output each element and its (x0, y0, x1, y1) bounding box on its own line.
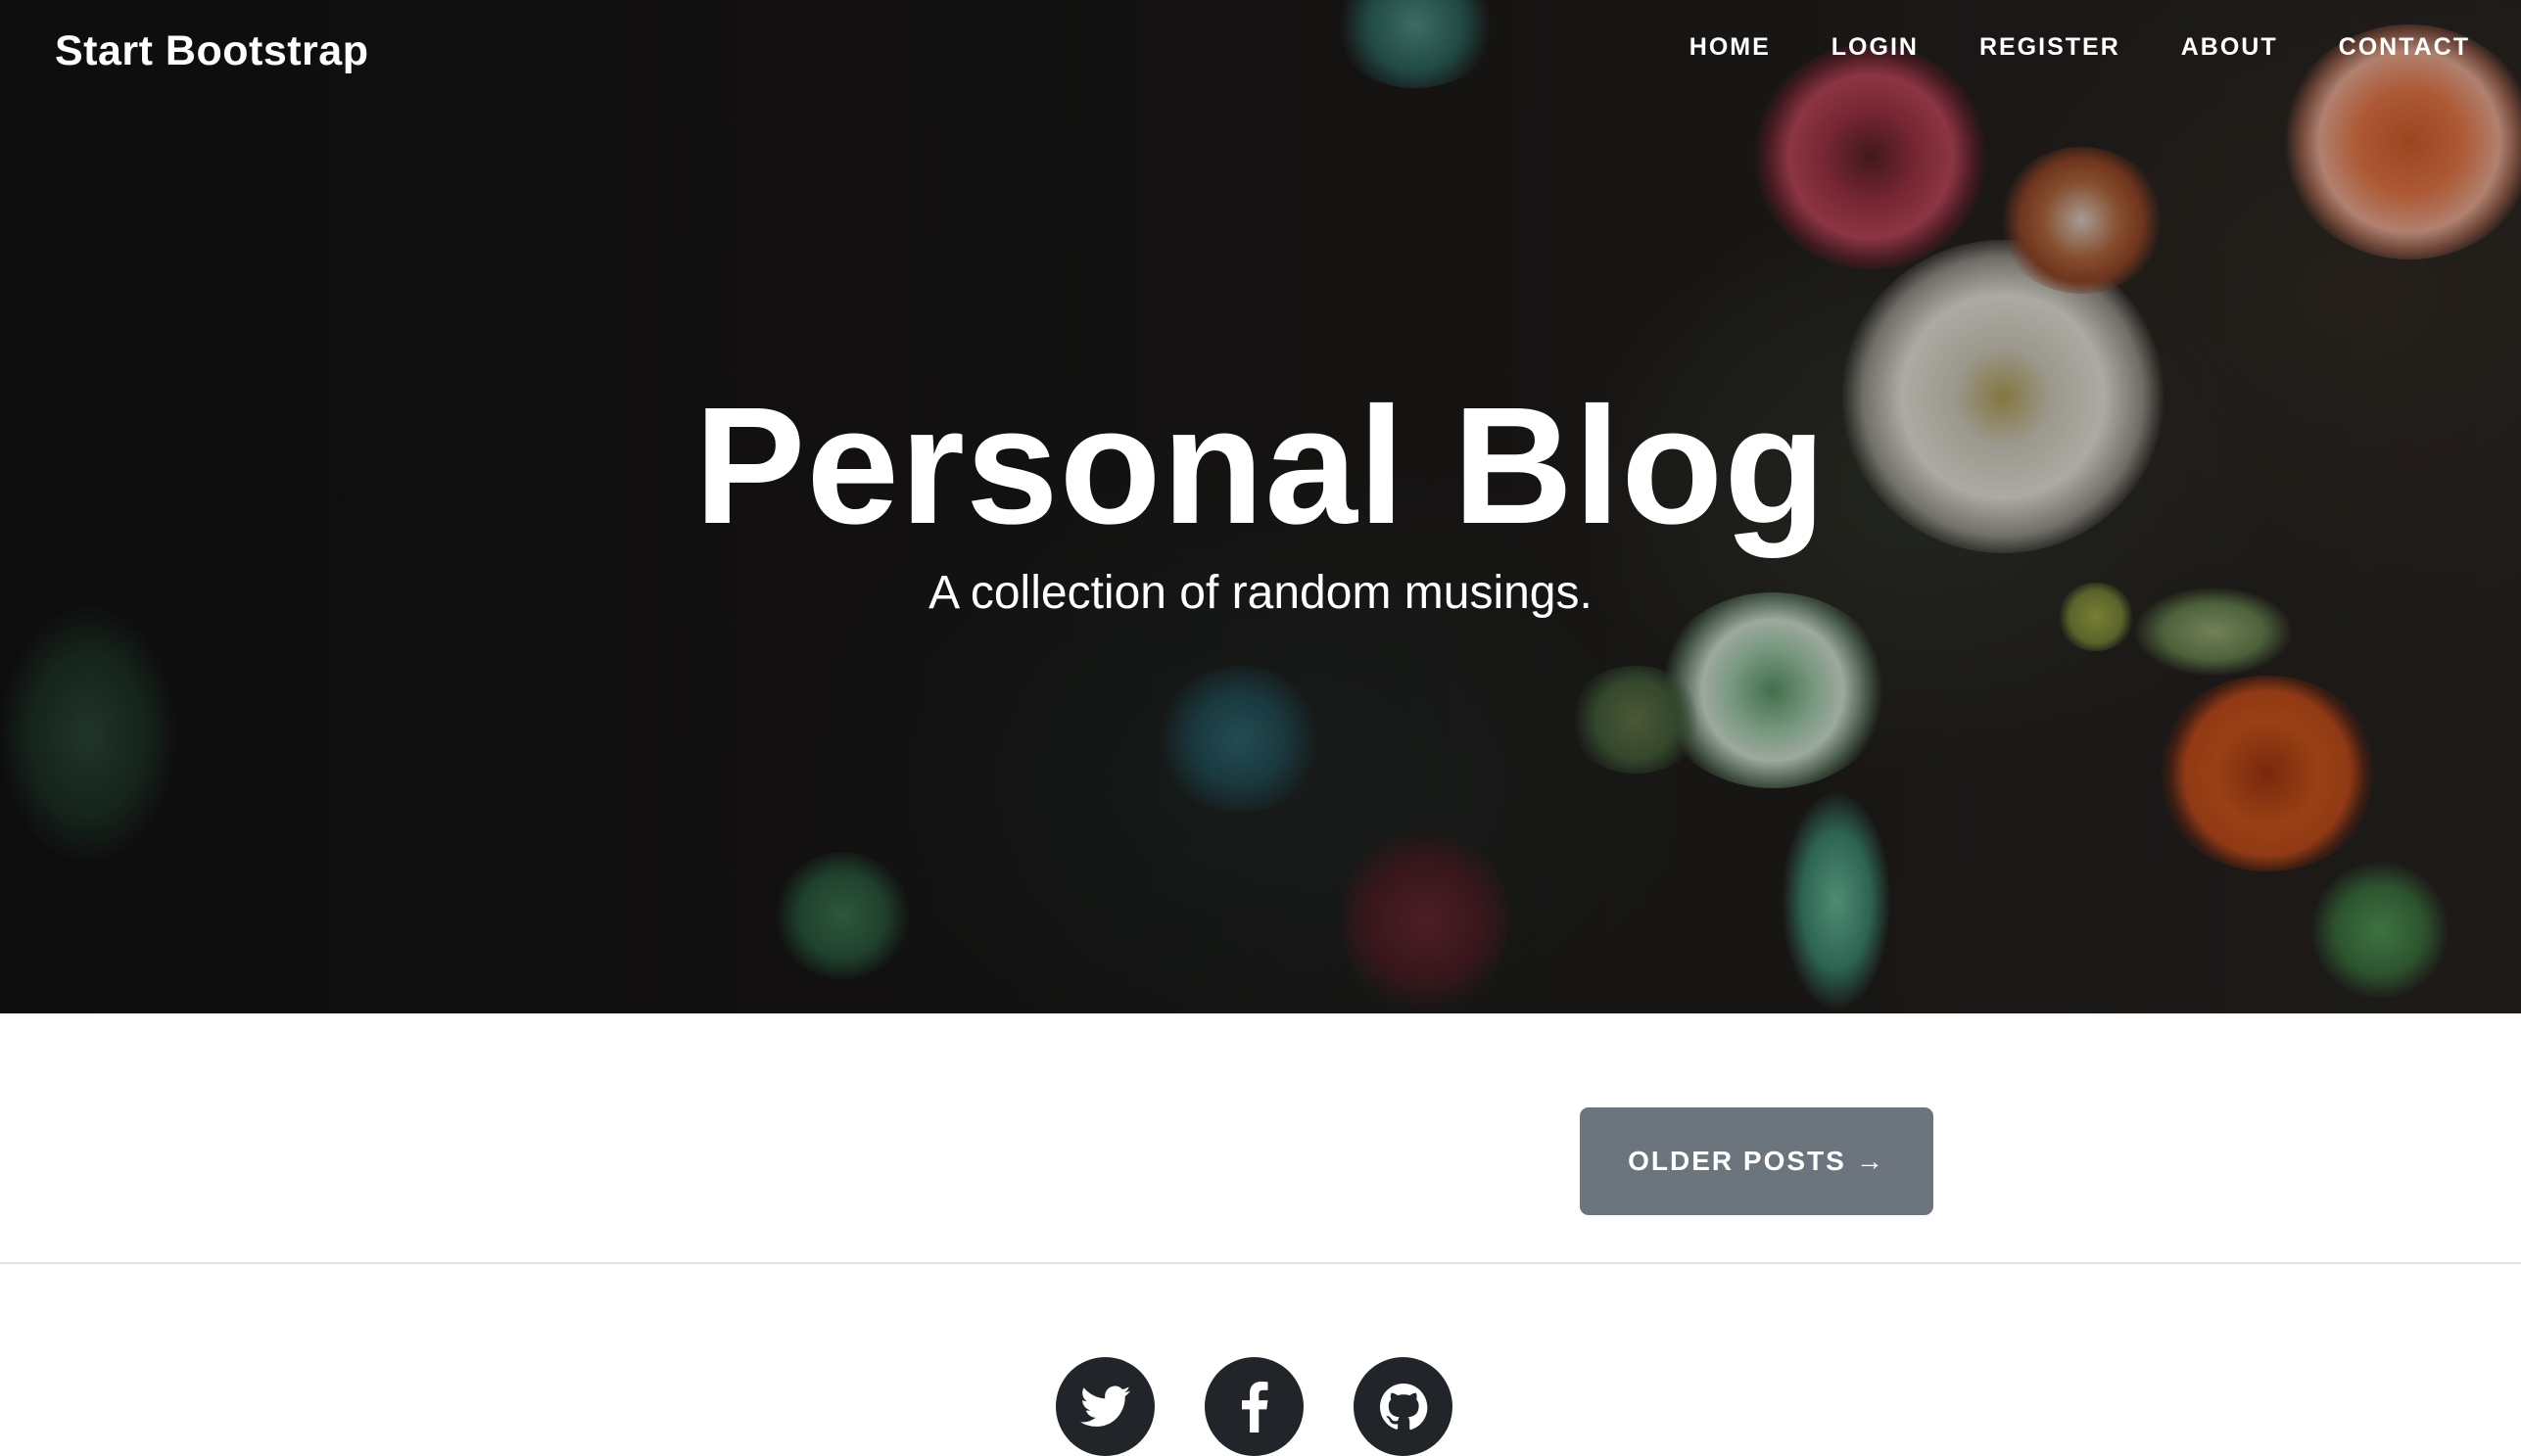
github-icon (1379, 1383, 1427, 1430)
nav-link-login[interactable]: LOGIN (1831, 33, 1919, 62)
page-title: Personal Blog (693, 373, 1828, 559)
twitter-link[interactable] (1056, 1357, 1155, 1456)
facebook-link[interactable] (1205, 1357, 1304, 1456)
older-posts-button[interactable]: OLDER POSTS → (1580, 1107, 1933, 1215)
facebook-icon (1241, 1381, 1267, 1433)
older-posts-label: OLDER POSTS (1628, 1146, 1846, 1176)
navbar-links: HOME LOGIN REGISTER ABOUT CONTACT (1629, 33, 2470, 62)
nav-link-contact[interactable]: CONTACT (2339, 33, 2470, 62)
nav-link-register[interactable]: REGISTER (1979, 33, 2120, 62)
twitter-icon (1079, 1386, 1130, 1427)
navbar-brand[interactable]: Start Bootstrap (55, 27, 368, 75)
masthead: Start Bootstrap HOME LOGIN REGISTER ABOU… (0, 0, 2521, 1013)
arrow-right-icon: → (1855, 1146, 1885, 1176)
page-subtitle: A collection of random musings. (928, 567, 1593, 619)
nav-link-home[interactable]: HOME (1689, 33, 1771, 62)
github-link[interactable] (1354, 1357, 1452, 1456)
nav-link-about[interactable]: ABOUT (2181, 33, 2278, 62)
divider (0, 1262, 2521, 1264)
